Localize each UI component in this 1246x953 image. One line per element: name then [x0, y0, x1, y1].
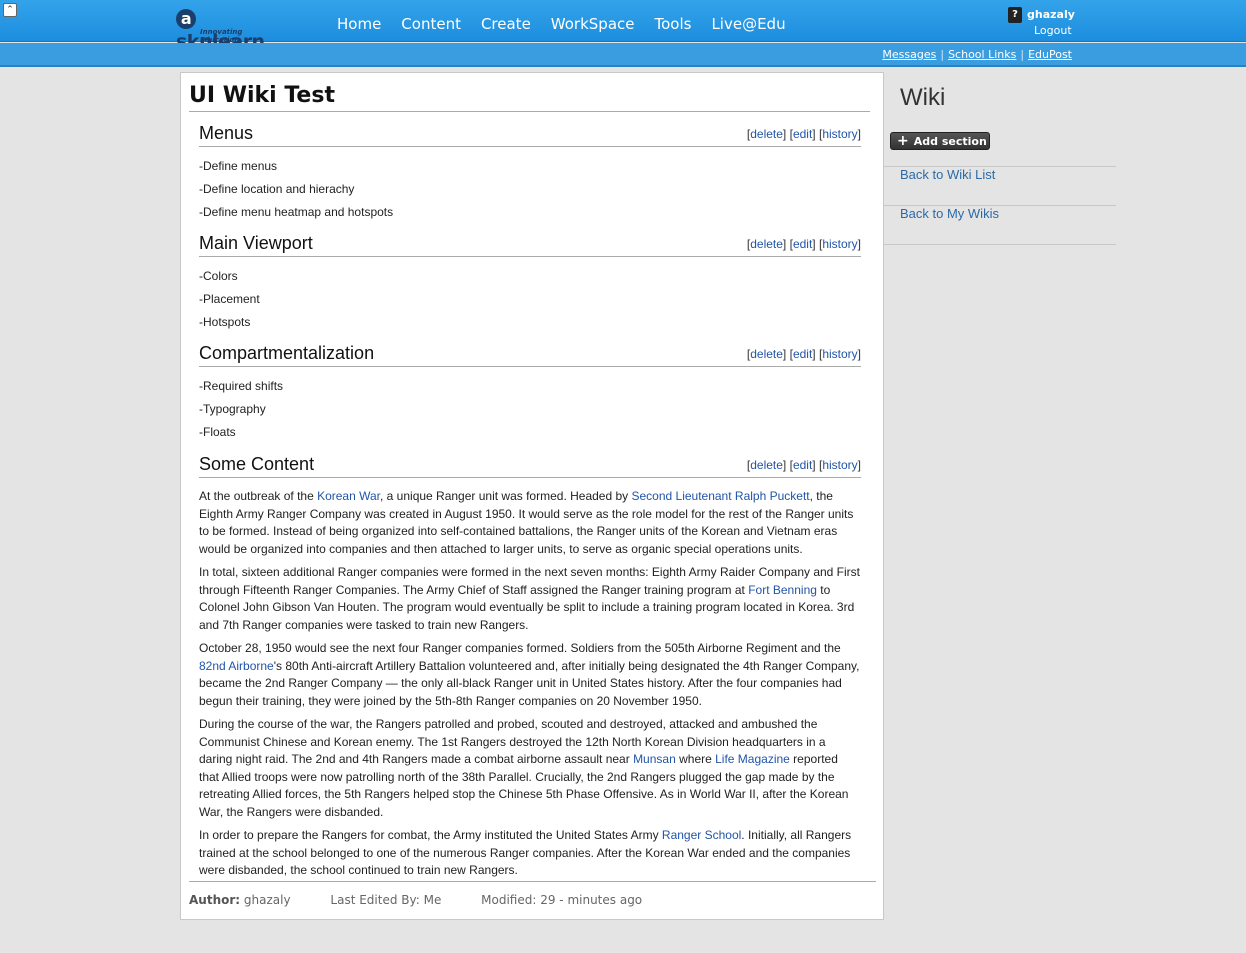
separator: | — [1020, 48, 1025, 61]
munsan-link[interactable]: Munsan — [633, 752, 676, 766]
author-info: Author: ghazaly — [189, 893, 291, 907]
list-item: -Define menu heatmap and hotspots — [199, 205, 394, 219]
section-header: Some Content [delete] [edit] [history] — [199, 454, 861, 478]
section-header: Compartmentalization [delete] [edit] [hi… — [199, 343, 861, 367]
paragraph: In order to prepare the Rangers for comb… — [199, 827, 861, 880]
add-section-button[interactable]: + Add section — [890, 132, 990, 150]
school-links-link[interactable]: School Links — [948, 48, 1016, 61]
section-actions: [delete] [edit] [history] — [746, 347, 861, 361]
quick-links: Messages | School Links | EduPost — [882, 48, 1072, 61]
section-title: Menus — [199, 123, 254, 143]
nav-tools[interactable]: Tools — [655, 15, 692, 33]
list-item: -Hotspots — [199, 315, 251, 329]
back-to-wiki-list-link[interactable]: Back to Wiki List — [884, 167, 1116, 206]
list-item: -Required shifts — [199, 379, 284, 393]
edit-link[interactable]: edit — [793, 347, 812, 361]
edit-link[interactable]: edit — [793, 458, 812, 472]
section-header: Main Viewport [delete] [edit] [history] — [199, 233, 861, 257]
author-label: Author: — [189, 893, 241, 907]
fort-benning-link[interactable]: Fort Benning — [748, 583, 817, 597]
text-run: In order to prepare the Rangers for comb… — [199, 828, 662, 842]
author-name: ghazaly — [243, 893, 291, 907]
wiki-section-main-viewport: Main Viewport [delete] [edit] [history] … — [199, 233, 861, 334]
edit-link[interactable]: edit — [793, 237, 812, 251]
page-footer: Author: ghazaly Last Edited By: Me Modif… — [189, 881, 876, 907]
edupost-link[interactable]: EduPost — [1028, 48, 1072, 61]
nav-live-edu[interactable]: Live@Edu — [711, 15, 785, 33]
logo-letter: a — [176, 9, 196, 29]
text-run: 's 80th Anti-aircraft Artillery Battalio… — [199, 658, 860, 708]
section-actions: [delete] [edit] [history] — [746, 458, 861, 472]
top-nav-bar: ⌃ asknlearn Innovating Education Home Co… — [0, 0, 1246, 53]
delete-link[interactable]: delete — [750, 127, 783, 141]
paragraph: In total, sixteen additional Ranger comp… — [199, 564, 861, 634]
avatar[interactable]: ? — [1008, 7, 1022, 23]
paragraph: October 28, 1950 would see the next four… — [199, 640, 861, 710]
delete-link[interactable]: delete — [750, 347, 783, 361]
text-run: October 28, 1950 would see the next four… — [199, 641, 841, 655]
text-run: , a unique Ranger unit was formed. Heade… — [380, 489, 632, 503]
site-logo[interactable]: asknlearn Innovating Education — [176, 9, 280, 53]
nav-content[interactable]: Content — [401, 15, 461, 33]
delete-link[interactable]: delete — [750, 237, 783, 251]
list-item: -Colors — [199, 269, 238, 283]
wiki-section-some-content: Some Content [delete] [edit] [history] A… — [199, 454, 861, 886]
plus-icon: + — [897, 133, 909, 149]
collapse-up-icon[interactable]: ⌃ — [3, 3, 17, 17]
section-actions: [delete] [edit] [history] — [746, 237, 861, 251]
wiki-page-panel: UI Wiki Test Menus [delete] [edit] [hist… — [180, 72, 884, 920]
paragraph: At the outbreak of the Korean War, a uni… — [199, 488, 861, 558]
logo-tagline: Innovating Education — [200, 28, 243, 44]
paragraph: During the course of the war, the Ranger… — [199, 716, 861, 821]
delete-link[interactable]: delete — [750, 458, 783, 472]
edit-link[interactable]: edit — [793, 127, 812, 141]
section-header: Menus [delete] [edit] [history] — [199, 123, 861, 147]
messages-link[interactable]: Messages — [882, 48, 936, 61]
history-link[interactable]: history — [822, 458, 857, 472]
user-name[interactable]: ghazaly — [1027, 8, 1075, 21]
nav-home[interactable]: Home — [337, 15, 381, 33]
section-title: Some Content — [199, 454, 315, 474]
history-link[interactable]: history — [822, 237, 857, 251]
back-to-my-wikis-link[interactable]: Back to My Wikis — [884, 206, 1116, 245]
82nd-airborne-link[interactable]: 82nd Airborne — [199, 659, 274, 673]
last-edited: Last Edited By: Me — [330, 893, 442, 907]
list-item: -Define location and hierachy — [199, 182, 355, 196]
wiki-section-compartmentalization: Compartmentalization [delete] [edit] [hi… — [199, 343, 861, 444]
page-title: UI Wiki Test — [189, 83, 870, 112]
list-item: -Typography — [199, 402, 266, 416]
sidebar-title: Wiki — [900, 84, 946, 111]
list-item: -Define menus — [199, 159, 278, 173]
list-item: -Placement — [199, 292, 260, 306]
text-run: At the outbreak of the — [199, 489, 318, 503]
section-title: Main Viewport — [199, 233, 313, 253]
section-body: -Required shifts -Typography -Floats — [199, 367, 861, 444]
section-actions: [delete] [edit] [history] — [746, 127, 861, 141]
main-nav: Home Content Create WorkSpace Tools Live… — [337, 15, 806, 33]
korean-war-link[interactable]: Korean War — [317, 489, 380, 503]
ranger-school-link[interactable]: Ranger School — [662, 828, 741, 842]
add-section-label: Add section — [913, 135, 987, 148]
history-link[interactable]: history — [822, 347, 857, 361]
section-body: -Define menus -Define location and hiera… — [199, 147, 861, 224]
secondary-bar: Messages | School Links | EduPost — [0, 43, 1246, 67]
life-magazine-link[interactable]: Life Magazine — [715, 752, 790, 766]
separator: | — [940, 48, 945, 61]
list-item: -Floats — [199, 425, 236, 439]
nav-workspace[interactable]: WorkSpace — [551, 15, 635, 33]
ralph-puckett-link[interactable]: Second Lieutenant Ralph Puckett — [631, 489, 809, 503]
section-body: -Colors -Placement -Hotspots — [199, 257, 861, 334]
nav-create[interactable]: Create — [481, 15, 531, 33]
section-body: At the outbreak of the Korean War, a uni… — [199, 478, 861, 880]
modified-time: Modified: 29 - minutes ago — [481, 893, 643, 907]
sidebar-links: Back to Wiki List Back to My Wikis — [884, 166, 1116, 245]
history-link[interactable]: history — [822, 127, 857, 141]
wiki-section-menus: Menus [delete] [edit] [history] -Define … — [199, 123, 861, 224]
text-run: where — [675, 752, 716, 766]
logout-link[interactable]: Logout — [1034, 24, 1072, 37]
section-title: Compartmentalization — [199, 343, 375, 363]
